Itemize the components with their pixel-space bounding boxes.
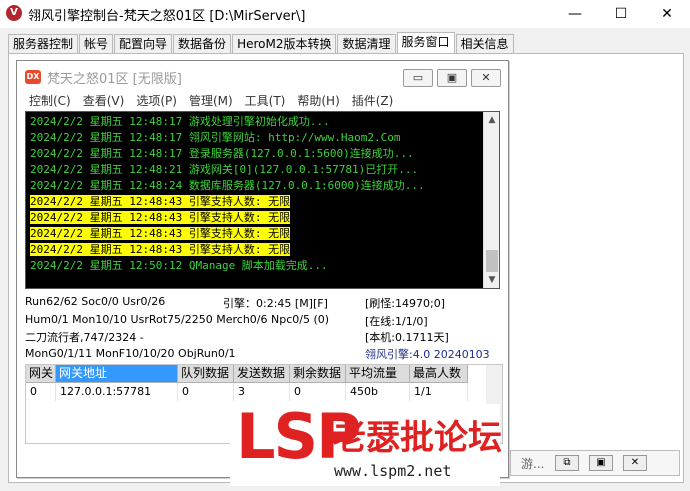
column-header[interactable]: 网关地址 [56, 365, 178, 383]
menu-control[interactable]: 控制(C) [17, 91, 77, 111]
minimized-window[interactable]: 游... ⧉ ▣ ✕ [510, 450, 680, 476]
child-menu-bar: 控制(C) 查看(V) 选项(P) 管理(M) 工具(T) 帮助(H) 插件(Z… [17, 91, 508, 111]
log-line: 2024/2/2 星期五 12:48:17 登录服务器(127.0.0.1:56… [30, 147, 414, 160]
log-line: 2024/2/2 星期五 12:48:21 游戏网关[0](127.0.0.1:… [30, 163, 419, 176]
table-header: 网关 网关地址 队列数据 发送数据 剩余数据 平均流量 最高人数 [26, 365, 502, 383]
maximize-button[interactable]: ☐ [598, 0, 644, 28]
status-engine-time: 引擎：0:2:45 [M][F] [223, 297, 328, 310]
app-logo-icon: V [6, 5, 22, 21]
watermark-url: www.lspm2.net [334, 462, 452, 480]
log-line: 2024/2/2 星期五 12:50:12 QManage 脚本加载完成... [30, 259, 328, 272]
tab-data-backup[interactable]: 数据备份 [173, 34, 232, 54]
child-restore-button[interactable]: ▣ [437, 69, 467, 87]
minimize-button[interactable]: — [552, 0, 598, 28]
scroll-down-icon[interactable]: ▼ [484, 272, 499, 288]
log-lines: 2024/2/2 星期五 12:48:17 游戏处理引擎初始化成功... 202… [30, 114, 482, 274]
log-line: 2024/2/2 星期五 12:48:43 引擎支持人数: 无限 [30, 243, 291, 256]
minimized-close-button[interactable]: ✕ [623, 455, 647, 471]
table-cell: 0 [26, 383, 56, 401]
main-tabs: 服务器控制 帐号 配置向导 数据备份 HeroM2版本转换 数据清理 服务窗口 … [8, 32, 515, 54]
menu-manage[interactable]: 管理(M) [183, 91, 239, 111]
minimized-window-label: 游... [521, 457, 545, 471]
log-line: 2024/2/2 星期五 12:48:17 翎风引擎网站: http://www… [30, 131, 401, 144]
column-header[interactable]: 网关 [26, 365, 56, 383]
menu-tools[interactable]: 工具(T) [239, 91, 292, 111]
menu-options[interactable]: 选项(P) [130, 91, 183, 111]
table-cell: 0 [290, 383, 346, 401]
tab-service-window[interactable]: 服务窗口 [396, 32, 455, 54]
status-run: Run62/62 Soc0/0 Usr0/26 [25, 295, 166, 308]
tab-account[interactable]: 帐号 [79, 34, 114, 54]
log-console[interactable]: 2024/2/2 星期五 12:48:17 游戏处理引擎初始化成功... 202… [25, 111, 500, 289]
tab-herom2-convert[interactable]: HeroM2版本转换 [232, 34, 337, 54]
table-cell: 1/1 [410, 383, 468, 401]
column-header[interactable]: 队列数据 [178, 365, 234, 383]
status-player: 二刀流行者,747/2324 - [25, 331, 144, 344]
title-bar[interactable]: V 翎风引擎控制台-梵天之怒01区 [D:\MirServer\] — ☐ ✕ [0, 0, 690, 28]
column-header[interactable]: 最高人数 [410, 365, 468, 383]
scroll-up-icon[interactable]: ▲ [484, 112, 499, 128]
child-window-title: 梵天之怒01区 [无限版] [47, 72, 182, 87]
status-local: [本机:0.1711天] [365, 331, 449, 344]
watermark-cn-text: 老瑟批论坛 [332, 418, 502, 458]
engine-version: 翎风引擎:4.0 20240103 [365, 348, 490, 361]
child-close-button[interactable]: ✕ [471, 69, 501, 87]
table-cell: 3 [234, 383, 290, 401]
menu-plugins[interactable]: 插件(Z) [346, 91, 400, 111]
tab-related-info[interactable]: 相关信息 [455, 34, 514, 54]
child-app-icon: DX [25, 70, 41, 84]
status-online: [在线:1/1/0] [365, 315, 428, 328]
column-header[interactable]: 平均流量 [346, 365, 410, 383]
child-minimize-button[interactable]: ▭ [403, 69, 433, 87]
table-cell: 0 [178, 383, 234, 401]
table-cell: 450b [346, 383, 410, 401]
table-cell: 127.0.0.1:57781 [56, 383, 178, 401]
menu-view[interactable]: 查看(V) [77, 91, 131, 111]
tab-server-control[interactable]: 服务器控制 [8, 34, 79, 54]
table-row[interactable]: 0 127.0.0.1:57781 0 3 0 450b 1/1 [26, 383, 502, 401]
log-line: 2024/2/2 星期五 12:48:24 数据库服务器(127.0.0.1:6… [30, 179, 425, 192]
minimized-maximize-button[interactable]: ▣ [589, 455, 613, 471]
menu-help[interactable]: 帮助(H) [291, 91, 345, 111]
scroll-thumb[interactable] [486, 250, 498, 272]
status-panel: Run62/62 Soc0/0 Usr0/26 引擎：0:2:45 [M][F]… [25, 295, 500, 361]
child-title-bar[interactable]: DX 梵天之怒01区 [无限版] ▭ ▣ ✕ [17, 61, 508, 91]
column-header[interactable]: 发送数据 [234, 365, 290, 383]
close-button[interactable]: ✕ [644, 0, 690, 28]
minimized-restore-button[interactable]: ⧉ [555, 455, 579, 471]
column-header[interactable]: 剩余数据 [290, 365, 346, 383]
status-mon: MonG0/1/11 MonF10/10/20 ObjRun0/1 [25, 347, 236, 360]
tab-config-wizard[interactable]: 配置向导 [114, 34, 173, 54]
log-scrollbar[interactable]: ▲ ▼ [483, 112, 499, 288]
status-hum: Hum0/1 Mon10/10 UsrRot75/2250 Merch0/6 N… [25, 313, 330, 326]
status-refresh: [刷怪:14970;0] [365, 297, 445, 310]
tab-data-cleanup[interactable]: 数据清理 [337, 34, 396, 54]
window-title: 翎风引擎控制台-梵天之怒01区 [D:\MirServer\] [28, 9, 306, 24]
log-line: 2024/2/2 星期五 12:48:43 引擎支持人数: 无限 [30, 195, 291, 208]
log-line: 2024/2/2 星期五 12:48:43 引擎支持人数: 无限 [30, 211, 291, 224]
log-line: 2024/2/2 星期五 12:48:17 游戏处理引擎初始化成功... [30, 115, 330, 128]
watermark: LSP 老瑟批论坛 www.lspm2.net [230, 404, 502, 486]
log-line: 2024/2/2 星期五 12:48:43 引擎支持人数: 无限 [30, 227, 291, 240]
